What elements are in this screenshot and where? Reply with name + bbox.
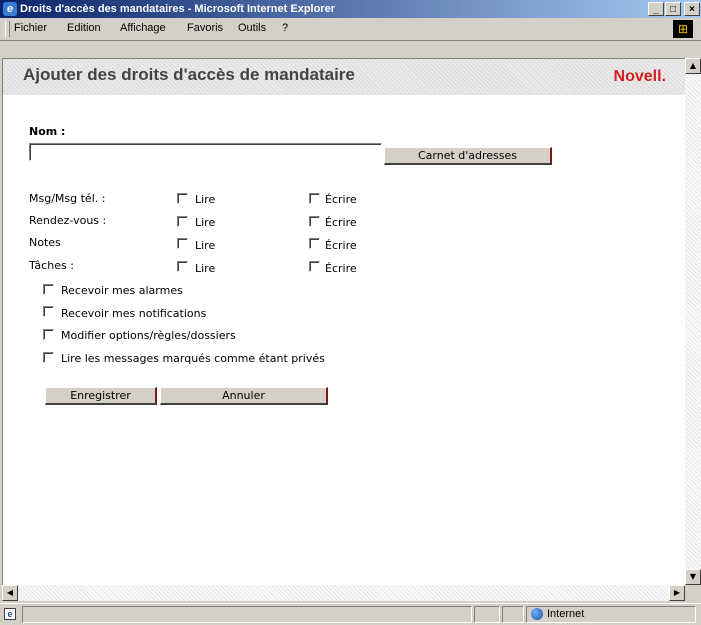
write-label-messages: Écrire xyxy=(325,193,357,206)
scroll-up-arrow-icon[interactable]: ▲ xyxy=(685,58,701,74)
option-checkbox-private-messages[interactable] xyxy=(43,352,54,363)
vertical-scrollbar[interactable]: ▲ ▼ xyxy=(685,58,701,585)
close-button[interactable]: × xyxy=(684,2,700,16)
window-title: Droits d'accès des mandataires - Microso… xyxy=(20,3,335,15)
option-checkbox-notifications[interactable] xyxy=(43,306,54,317)
read-checkbox-tasks[interactable] xyxy=(177,261,188,272)
name-input[interactable] xyxy=(29,143,382,161)
minimize-button[interactable]: _ xyxy=(648,2,664,16)
read-label-notes: Lire xyxy=(195,239,216,252)
page-title: Ajouter des droits d'accès de mandataire xyxy=(23,65,355,84)
zone-label: Internet xyxy=(547,608,585,620)
status-security-pane xyxy=(502,606,524,623)
cancel-button[interactable]: Annuler xyxy=(160,387,328,405)
scrollbar-corner xyxy=(685,585,701,601)
read-checkbox-notes[interactable] xyxy=(177,238,188,249)
write-label-notes: Écrire xyxy=(325,239,357,252)
write-checkbox-appointments[interactable] xyxy=(309,216,320,227)
read-checkbox-messages[interactable] xyxy=(177,193,188,204)
maximize-button[interactable]: □ xyxy=(665,2,681,16)
right-label-notes: Notes xyxy=(29,236,61,249)
form-area: Nom : Carnet d'adresses Msg/Msg tél. : L… xyxy=(3,95,686,586)
write-checkbox-notes[interactable] xyxy=(309,238,320,249)
status-message-pane xyxy=(22,606,472,623)
novell-logo: Novell. xyxy=(613,68,666,85)
address-book-button[interactable]: Carnet d'adresses xyxy=(384,147,552,165)
option-label-notifications: Recevoir mes notifications xyxy=(61,307,207,320)
menu-fichier[interactable]: Fichier xyxy=(14,22,47,34)
read-label-appointments: Lire xyxy=(195,216,216,229)
menu-favoris[interactable]: Favoris xyxy=(187,22,223,34)
scroll-left-arrow-icon[interactable]: ◀ xyxy=(2,585,18,601)
right-label-tasks: Tâches : xyxy=(29,259,74,272)
write-label-tasks: Écrire xyxy=(325,262,357,275)
menu-outils[interactable]: Outils xyxy=(238,22,266,34)
status-progress-pane xyxy=(474,606,500,623)
horizontal-scrollbar[interactable]: ◀ ▶ xyxy=(2,585,685,601)
menu-edition[interactable]: Edition xyxy=(67,22,101,34)
right-label-messages: Msg/Msg tél. : xyxy=(29,192,106,205)
option-checkbox-alarms[interactable] xyxy=(43,284,54,295)
scroll-down-arrow-icon[interactable]: ▼ xyxy=(685,569,701,585)
write-checkbox-messages[interactable] xyxy=(309,193,320,204)
menu-affichage[interactable]: Affichage xyxy=(120,22,166,34)
read-checkbox-appointments[interactable] xyxy=(177,216,188,227)
status-bar: e Internet xyxy=(0,603,701,625)
name-label: Nom : xyxy=(29,125,66,138)
option-label-modify-options: Modifier options/règles/dossiers xyxy=(61,329,236,342)
option-label-private-messages: Lire les messages marqués comme étant pr… xyxy=(61,352,325,365)
write-checkbox-tasks[interactable] xyxy=(309,261,320,272)
menu-bar: Fichier Edition Affichage Favoris Outils… xyxy=(0,18,701,41)
windows-logo-icon: ⊞ xyxy=(673,20,693,38)
read-label-messages: Lire xyxy=(195,193,216,206)
menu-help[interactable]: ? xyxy=(282,22,288,34)
title-bar[interactable]: e Droits d'accès des mandataires - Micro… xyxy=(0,0,701,18)
page-viewport: Ajouter des droits d'accès de mandataire… xyxy=(2,58,686,586)
save-button[interactable]: Enregistrer xyxy=(45,387,157,405)
page-status-icon: e xyxy=(4,608,16,620)
page-header: Ajouter des droits d'accès de mandataire… xyxy=(3,59,686,95)
status-zone-pane: Internet xyxy=(526,606,696,623)
browser-window: e Droits d'accès des mandataires - Micro… xyxy=(0,0,701,625)
option-label-alarms: Recevoir mes alarmes xyxy=(61,284,183,297)
write-label-appointments: Écrire xyxy=(325,216,357,229)
scroll-right-arrow-icon[interactable]: ▶ xyxy=(669,585,685,601)
right-label-appointments: Rendez-vous : xyxy=(29,214,107,227)
option-checkbox-modify-options[interactable] xyxy=(43,329,54,340)
toolbar-grip[interactable] xyxy=(5,21,10,37)
ie-logo-icon: e xyxy=(3,2,17,16)
internet-globe-icon xyxy=(531,608,543,621)
read-label-tasks: Lire xyxy=(195,262,216,275)
